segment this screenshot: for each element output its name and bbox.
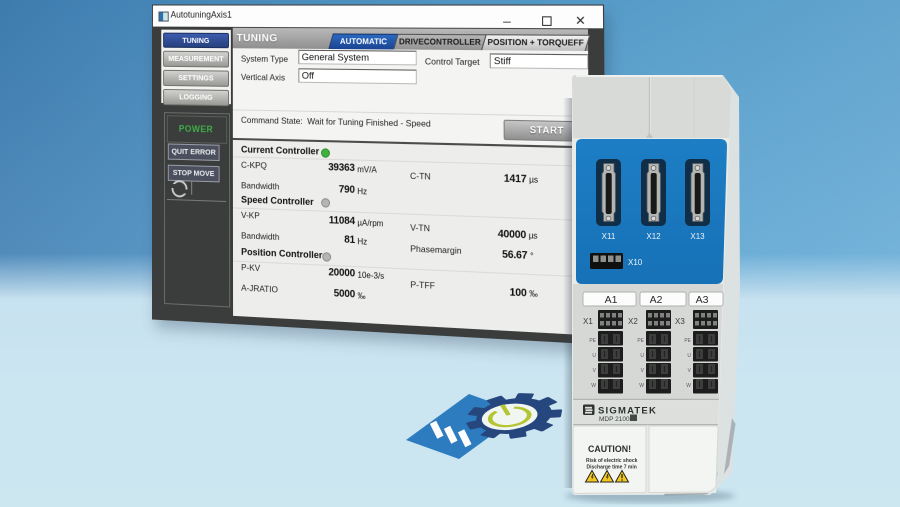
svg-text:PE: PE [637,338,644,344]
svg-text:X3: X3 [675,317,685,326]
svg-text:A2: A2 [650,294,663,306]
svg-text:W: W [591,383,596,389]
svg-text:U: U [687,353,691,359]
svg-text:X13: X13 [690,232,705,241]
svg-text:Discharge time 7 min: Discharge time 7 min [587,465,637,471]
svg-text:X2: X2 [628,317,638,326]
svg-text:U: U [640,353,644,359]
svg-text:X10: X10 [628,258,643,267]
svg-text:X12: X12 [646,232,661,241]
svg-text:PE: PE [589,338,596,344]
svg-text:X1: X1 [583,317,593,326]
svg-text:W: W [639,383,644,389]
svg-text:SIGMATEK: SIGMATEK [598,406,657,417]
svg-text:W: W [686,383,691,389]
svg-text:X11: X11 [602,232,616,241]
svg-text:A1: A1 [605,294,618,306]
svg-text:CAUTION!: CAUTION! [588,444,631,454]
svg-text:PE: PE [684,338,691,344]
svg-text:A3: A3 [696,294,709,306]
svg-text:Risk of electric shock: Risk of electric shock [586,458,638,464]
svg-text:MDP 2100: MDP 2100 [599,416,630,423]
svg-text:U: U [592,353,596,359]
